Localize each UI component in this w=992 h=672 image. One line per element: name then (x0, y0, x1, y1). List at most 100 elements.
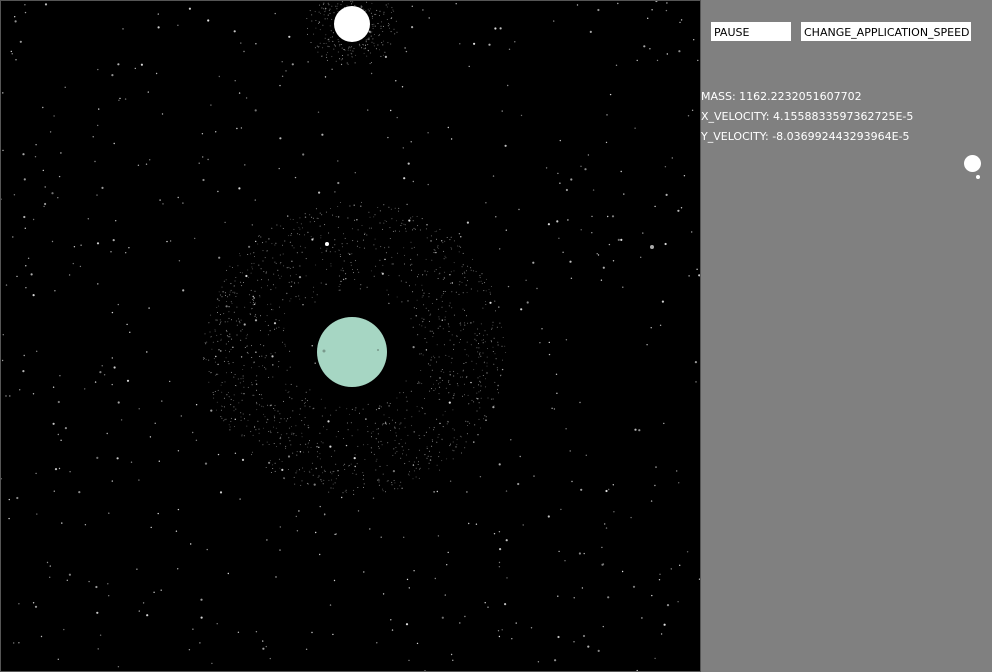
particle (198, 162, 200, 164)
planet-body[interactable] (317, 317, 387, 387)
particle (533, 475, 535, 477)
particle (373, 216, 375, 218)
small-moon[interactable] (325, 242, 329, 246)
particle (354, 5, 356, 6)
particle (236, 292, 238, 294)
particle (402, 219, 404, 221)
particle (468, 403, 470, 405)
particle (99, 371, 102, 374)
particle (238, 92, 241, 94)
particle (623, 193, 625, 195)
particle (295, 472, 297, 474)
particle (438, 383, 440, 385)
particle (347, 252, 349, 254)
small-asteroid[interactable] (650, 245, 654, 249)
particle (274, 470, 276, 472)
particle (602, 266, 605, 269)
particle (671, 157, 673, 159)
particle (278, 326, 280, 328)
particle (314, 221, 316, 222)
particle (438, 456, 440, 458)
particle (271, 243, 273, 245)
particle (424, 326, 426, 328)
particle (224, 292, 226, 294)
particle (233, 311, 235, 313)
particle (337, 431, 339, 432)
particle (651, 594, 653, 597)
particle (438, 434, 440, 435)
particle (296, 451, 298, 453)
particle (654, 484, 656, 487)
particle (377, 428, 379, 430)
particle (347, 49, 349, 51)
particle (338, 286, 340, 287)
particle (219, 491, 223, 494)
particle (439, 469, 441, 471)
particle (202, 178, 205, 182)
particle (333, 470, 335, 472)
particle (495, 358, 497, 360)
particle (236, 127, 238, 130)
particle (272, 464, 274, 466)
particle (504, 345, 506, 347)
particle (115, 220, 117, 222)
particle (448, 326, 450, 328)
particle (408, 460, 410, 462)
particle (437, 278, 439, 279)
particle (315, 20, 317, 21)
particle (498, 531, 501, 533)
particle (471, 360, 473, 362)
particle (491, 327, 493, 329)
particle (259, 296, 261, 298)
particle (313, 407, 315, 409)
particle (539, 342, 541, 344)
particle (380, 440, 382, 442)
particle (461, 376, 463, 378)
particle (427, 183, 429, 186)
space-canvas[interactable] (0, 0, 701, 672)
particle (441, 240, 443, 242)
particle (98, 108, 100, 110)
particle (286, 433, 288, 435)
particle (53, 490, 55, 492)
particle (334, 191, 336, 193)
particle (324, 407, 326, 409)
particle (243, 393, 245, 395)
particle (264, 257, 266, 259)
particle (266, 539, 268, 541)
particle (382, 423, 384, 425)
particle (376, 642, 378, 644)
particle (328, 491, 330, 493)
particle (403, 223, 405, 225)
particle (399, 485, 401, 487)
particle (476, 397, 478, 399)
sun-body[interactable] (334, 6, 370, 42)
particle (457, 385, 459, 387)
particle (305, 648, 308, 650)
particle (256, 403, 258, 405)
particle (293, 228, 295, 230)
particle (307, 231, 309, 234)
particle (271, 355, 274, 358)
particle (371, 31, 373, 33)
particle (314, 11, 316, 13)
change-speed-button[interactable]: CHANGE_APPLICATION_SPEED (801, 22, 971, 41)
particle (227, 336, 229, 338)
particle (478, 384, 480, 386)
particle (299, 234, 301, 236)
particle (279, 526, 281, 528)
particle (410, 318, 412, 320)
particle (476, 410, 478, 412)
particle (570, 277, 573, 279)
particle (242, 377, 244, 379)
particle (266, 418, 268, 420)
particle (22, 370, 25, 373)
particle (305, 391, 307, 393)
pause-button[interactable]: PAUSE (711, 22, 791, 41)
particle (213, 358, 215, 360)
particle (413, 246, 415, 248)
particle (597, 8, 600, 12)
particle (238, 187, 241, 190)
particle (306, 482, 308, 484)
particle (229, 291, 231, 293)
